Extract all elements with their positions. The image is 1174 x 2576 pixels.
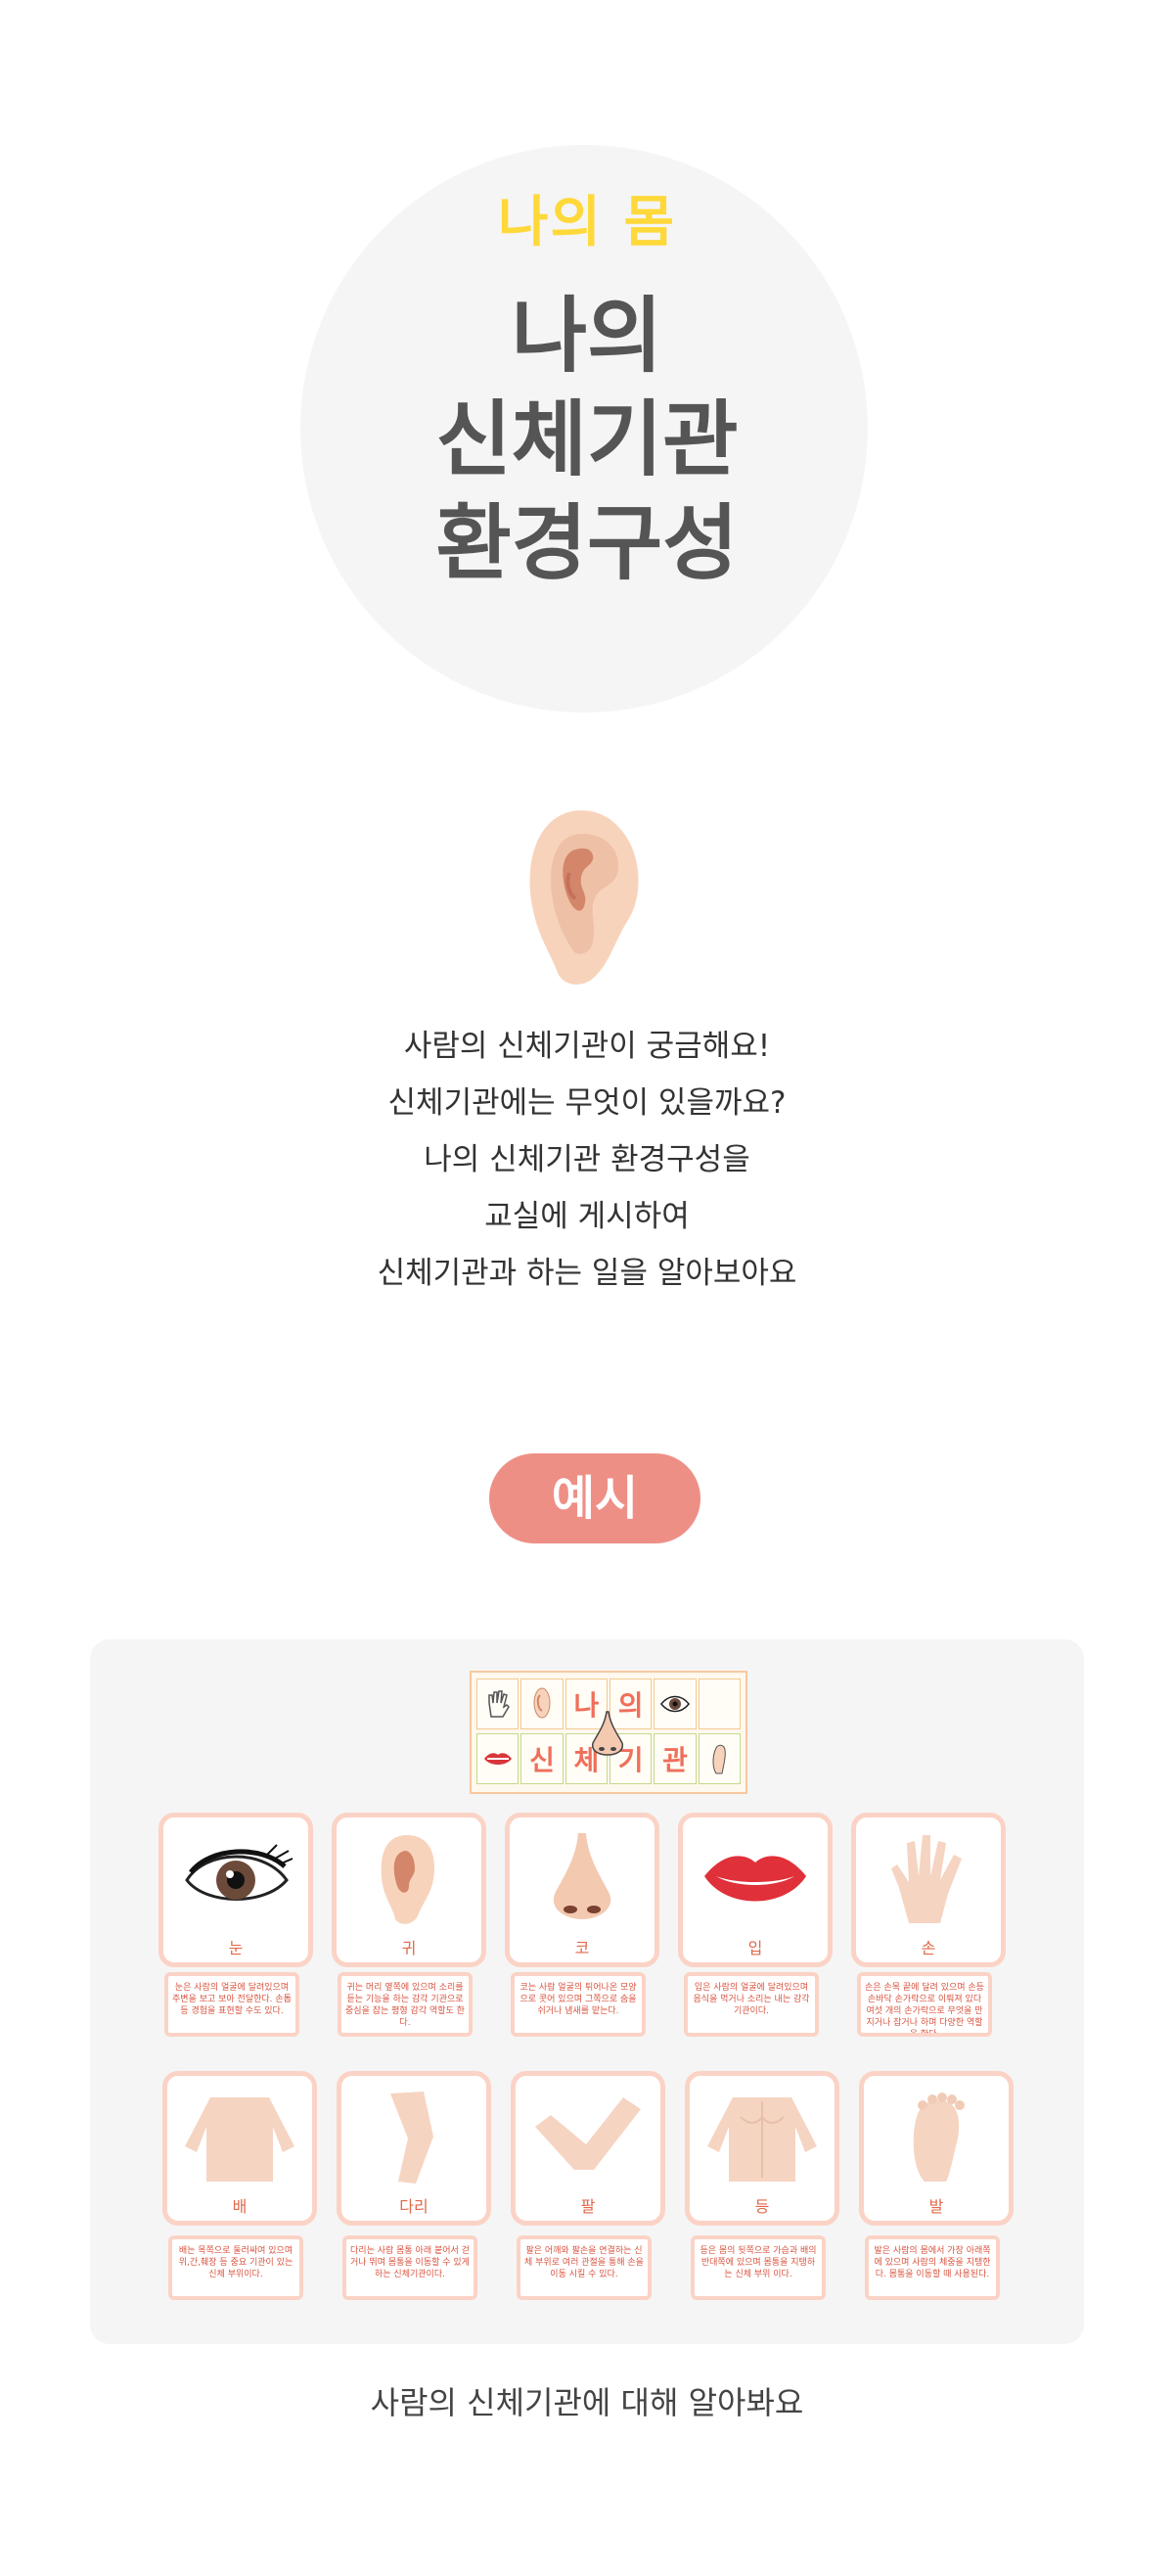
banner-cell-empty — [698, 1679, 741, 1729]
card-leg: 다리 — [337, 2071, 491, 2226]
card-ear: 귀 — [332, 1813, 486, 1967]
card-nose: 코 — [505, 1813, 659, 1967]
card-label: 눈 — [228, 1939, 244, 1957]
card-label: 등 — [754, 2197, 770, 2216]
card-description: 귀는 머리 옆쪽에 있으며 소리를 듣는 기능을 하는 감각 기관으로 중심을 … — [338, 1972, 473, 2037]
card-label: 발 — [928, 2197, 944, 2216]
card-label: 손 — [921, 1939, 936, 1957]
intro-text: 사람의 신체기관이 궁금해요! 신체기관에는 무엇이 있을까요? 나의 신체기관… — [0, 1018, 1174, 1302]
card-label: 귀 — [401, 1939, 417, 1957]
foot-icon — [913, 2093, 965, 2182]
card-description: 다리는 사람 몸통 아래 붙어서 걷거나 뛰며 몸통을 이동할 수 있게 하는 … — [342, 2235, 477, 2300]
leg-icon — [390, 2092, 433, 2184]
ear-icon — [529, 810, 639, 985]
arm-icon — [535, 2097, 641, 2170]
card-label: 입 — [747, 1939, 763, 1957]
nose-icon — [553, 1833, 611, 1919]
card-description: 배는 목쪽으로 둘러싸여 있으며 위,간,췌장 등 중요 기관이 있는 신체 부… — [168, 2235, 303, 2300]
card-description: 눈은 사람의 얼굴에 달려있으며 주변을 보고 보아 전달한다. 손톱 등 경험… — [164, 1972, 299, 2037]
hero-title-line: 나의 — [511, 288, 663, 384]
eye-icon — [185, 1844, 294, 1901]
banner-cell-text: 관 — [654, 1733, 697, 1784]
lips-icon — [483, 1753, 512, 1765]
banner-cell-hand — [476, 1679, 519, 1729]
nose-icon — [591, 1711, 624, 1756]
hand-icon — [487, 1690, 510, 1718]
banner-cell-lips — [476, 1733, 519, 1784]
card-hand: 손 — [851, 1813, 1006, 1967]
banner-cell-text: 신 — [520, 1733, 564, 1784]
card-lips: 입 — [678, 1813, 833, 1967]
intro-line: 사람의 신체기관이 궁금해요! — [403, 1029, 771, 1064]
title-banner: 나 의 신 체 기 관 — [470, 1671, 747, 1794]
hero-subtitle: 나의 몸 — [497, 191, 677, 254]
intro-line: 나의 신체기관 환경구성을 — [424, 1142, 750, 1177]
card-description: 등은 몸의 뒷쪽으로 가슴과 배의 반대쪽에 있으며 몸통을 지탱하는 신체 부… — [691, 2235, 826, 2300]
intro-line: 신체기관과 하는 일을 알아보아요 — [377, 1256, 797, 1291]
card-description: 팔은 어깨와 팔손을 연결하는 신체 부위로 여러 관절을 통해 손을 이동 시… — [517, 2235, 652, 2300]
caption: 사람의 신체기관에 대해 알아봐요 — [370, 2384, 804, 2421]
back-icon — [707, 2097, 817, 2182]
card-arm: 팔 — [511, 2071, 665, 2226]
hero-title-line: 환경구성 — [435, 495, 739, 591]
card-description: 손은 손목 끝에 달려 있으며 손등 손바닥 손가락으로 이뤄져 있다 여섯 개… — [857, 1972, 992, 2037]
hand-icon — [891, 1835, 962, 1923]
banner-cell-eye — [654, 1679, 697, 1729]
card-eye: 눈 — [158, 1813, 313, 1967]
lips-icon — [704, 1856, 806, 1902]
banner-cell-ear — [520, 1679, 564, 1729]
ear-icon — [533, 1687, 551, 1719]
hero-title: 나의 신체기관 환경구성 — [0, 284, 1174, 595]
belly-icon — [185, 2097, 294, 2182]
card-label: 코 — [574, 1939, 590, 1957]
example-badge: 예시 — [489, 1453, 700, 1543]
eye-icon — [660, 1695, 690, 1713]
card-back: 등 — [685, 2071, 839, 2226]
card-description: 입은 사람의 얼굴에 달려있으며 음식을 먹거나 소리는 내는 감각기관이다. — [684, 1972, 819, 2037]
hero-title-line: 신체기관 — [435, 391, 739, 487]
ear-icon — [381, 1835, 434, 1924]
card-label: 배 — [232, 2197, 248, 2216]
card-label: 팔 — [580, 2197, 596, 2216]
card-description: 발은 사람의 몸에서 가장 아래쪽에 있으며 사람의 체중을 지탱한다. 몸통을… — [865, 2235, 1000, 2300]
intro-line: 신체기관에는 무엇이 있을까요? — [387, 1085, 787, 1121]
card-label: 다리 — [399, 2197, 429, 2216]
banner-cell-foot — [698, 1733, 741, 1784]
card-belly: 배 — [162, 2071, 317, 2226]
foot-icon — [712, 1744, 727, 1774]
intro-line: 교실에 게시하여 — [484, 1199, 690, 1234]
card-foot: 발 — [859, 2071, 1014, 2226]
card-description: 코는 사람 얼굴의 튀어나온 모양으로 콧어 있으며 그쪽으로 숨을 쉬거나 냄… — [511, 1972, 646, 2037]
